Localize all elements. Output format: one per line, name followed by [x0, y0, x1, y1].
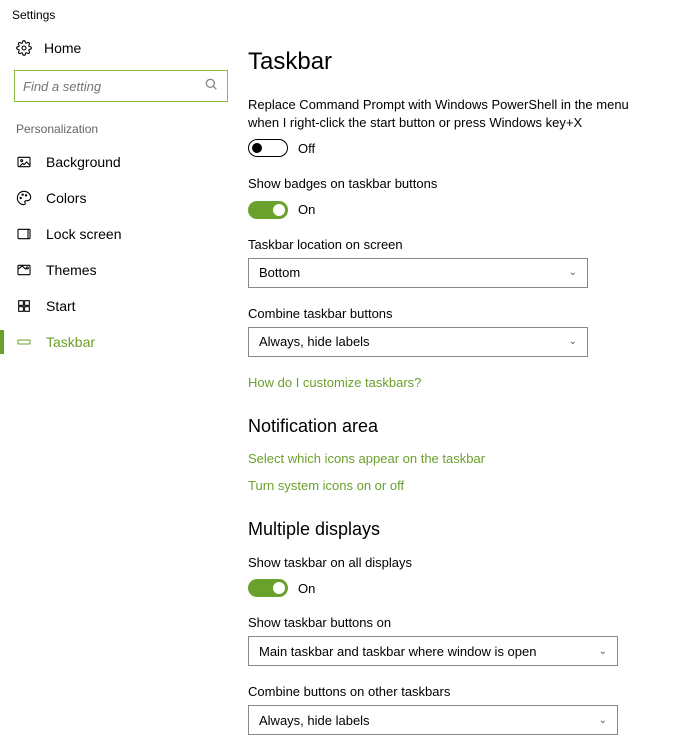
- sidebar-item-start[interactable]: Start: [10, 288, 240, 324]
- show-all-displays-toggle[interactable]: [248, 579, 288, 597]
- sidebar-item-lockscreen[interactable]: Lock screen: [10, 216, 240, 252]
- badges-toggle[interactable]: [248, 201, 288, 219]
- powershell-setting-desc: Replace Command Prompt with Windows Powe…: [248, 96, 634, 131]
- system-icons-link[interactable]: Turn system icons on or off: [248, 478, 634, 493]
- taskbar-icon: [16, 334, 32, 350]
- powershell-toggle[interactable]: [248, 139, 288, 157]
- combine-other-select[interactable]: Always, hide labels ⌄: [248, 705, 618, 735]
- show-buttons-on-select[interactable]: Main taskbar and taskbar where window is…: [248, 636, 618, 666]
- toggle-state-label: Off: [298, 141, 315, 156]
- select-value: Always, hide labels: [259, 334, 370, 349]
- select-value: Always, hide labels: [259, 713, 370, 728]
- lock-screen-icon: [16, 226, 32, 242]
- start-icon: [16, 298, 32, 314]
- window-title: Settings: [0, 0, 684, 30]
- select-value: Bottom: [259, 265, 300, 280]
- chevron-down-icon: ⌄: [569, 267, 577, 278]
- toggle-state-label: On: [298, 202, 315, 217]
- home-nav[interactable]: Home: [10, 30, 240, 66]
- palette-icon: [16, 190, 32, 206]
- search-input[interactable]: [14, 70, 228, 102]
- main-content: Taskbar Replace Command Prompt with Wind…: [240, 30, 684, 753]
- gear-icon: [16, 40, 32, 56]
- show-all-displays-desc: Show taskbar on all displays: [248, 554, 634, 572]
- multiple-displays-title: Multiple displays: [248, 519, 634, 540]
- nav-label: Start: [46, 298, 76, 314]
- notification-area-title: Notification area: [248, 416, 634, 437]
- sidebar-item-background[interactable]: Background: [10, 144, 240, 180]
- sidebar-item-colors[interactable]: Colors: [10, 180, 240, 216]
- taskbar-location-select[interactable]: Bottom ⌄: [248, 258, 588, 288]
- select-icons-link[interactable]: Select which icons appear on the taskbar: [248, 451, 634, 466]
- search-icon: [203, 76, 219, 97]
- toggle-state-label: On: [298, 581, 315, 596]
- combine-buttons-label: Combine taskbar buttons: [248, 306, 634, 321]
- badges-setting-desc: Show badges on taskbar buttons: [248, 175, 634, 193]
- nav-label: Themes: [46, 262, 97, 278]
- combine-buttons-select[interactable]: Always, hide labels ⌄: [248, 327, 588, 357]
- nav-label: Lock screen: [46, 226, 121, 242]
- chevron-down-icon: ⌄: [569, 336, 577, 347]
- page-title: Taskbar: [248, 48, 634, 76]
- chevron-down-icon: ⌄: [599, 715, 607, 726]
- nav-label: Colors: [46, 190, 86, 206]
- select-value: Main taskbar and taskbar where window is…: [259, 644, 536, 659]
- picture-icon: [16, 154, 32, 170]
- nav-label: Background: [46, 154, 121, 170]
- sidebar-item-themes[interactable]: Themes: [10, 252, 240, 288]
- sidebar-item-taskbar[interactable]: Taskbar: [10, 324, 240, 360]
- sidebar: Home Personalization Background Colors: [0, 30, 240, 753]
- category-header: Personalization: [10, 118, 240, 144]
- combine-other-label: Combine buttons on other taskbars: [248, 684, 634, 699]
- home-label: Home: [44, 40, 81, 56]
- chevron-down-icon: ⌄: [599, 646, 607, 657]
- show-buttons-on-label: Show taskbar buttons on: [248, 615, 634, 630]
- customize-link[interactable]: How do I customize taskbars?: [248, 375, 634, 390]
- themes-icon: [16, 262, 32, 278]
- search-field[interactable]: [23, 79, 203, 94]
- taskbar-location-label: Taskbar location on screen: [248, 237, 634, 252]
- nav-label: Taskbar: [46, 334, 95, 350]
